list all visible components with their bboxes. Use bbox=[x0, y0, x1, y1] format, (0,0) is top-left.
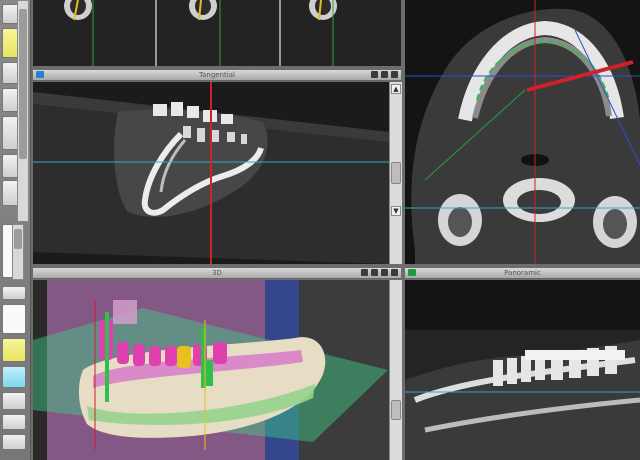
settings-icon[interactable] bbox=[381, 269, 388, 276]
panoramic-view[interactable] bbox=[405, 280, 640, 460]
layer-swatch-cyan[interactable] bbox=[2, 366, 26, 388]
render3d-panel-header[interactable]: 3D bbox=[33, 268, 401, 279]
axial-ct-image bbox=[405, 0, 640, 264]
orientation-icon[interactable] bbox=[371, 71, 378, 78]
panoramic-ct-image bbox=[405, 280, 640, 460]
close-icon[interactable] bbox=[391, 71, 398, 78]
render3d-model bbox=[33, 280, 401, 460]
scroll-up-icon[interactable]: ▲ bbox=[391, 84, 401, 94]
scroll-thumb[interactable] bbox=[391, 162, 401, 184]
render3d-view[interactable] bbox=[33, 280, 401, 460]
dropdown-icon[interactable] bbox=[371, 269, 378, 276]
properties-scrollbar[interactable] bbox=[12, 224, 24, 280]
cross-section-image bbox=[33, 0, 401, 66]
scroll-down-icon[interactable]: ▼ bbox=[391, 206, 401, 216]
layer-swatch[interactable] bbox=[2, 414, 26, 430]
tangential-panel-title: Tangential bbox=[199, 71, 235, 79]
layer-swatch[interactable] bbox=[2, 304, 26, 334]
eye-icon[interactable] bbox=[361, 269, 368, 276]
dropdown-icon[interactable] bbox=[381, 71, 388, 78]
panoramic-panel-header[interactable]: Panoramic bbox=[405, 268, 640, 279]
cross-section-strip bbox=[33, 0, 401, 66]
scroll-thumb[interactable] bbox=[391, 400, 401, 420]
layer-swatch[interactable] bbox=[2, 434, 26, 450]
tangential-panel-header[interactable]: Tangential bbox=[33, 70, 401, 81]
render3d-scrollbar[interactable] bbox=[389, 280, 402, 460]
toolbar-scrollbar[interactable] bbox=[17, 0, 29, 222]
close-icon[interactable] bbox=[391, 269, 398, 276]
layer-swatch-yellow[interactable] bbox=[2, 338, 26, 362]
layer-swatch[interactable] bbox=[2, 392, 26, 410]
tangential-ct-image bbox=[33, 82, 389, 264]
render3d-panel-title: 3D bbox=[212, 269, 222, 277]
tangential-view[interactable] bbox=[33, 82, 389, 264]
tool-button[interactable] bbox=[2, 286, 26, 300]
axial-view[interactable] bbox=[405, 0, 640, 264]
tangential-scrollbar[interactable]: ▲ ▼ bbox=[389, 82, 402, 264]
panoramic-panel-title: Panoramic bbox=[504, 269, 541, 277]
